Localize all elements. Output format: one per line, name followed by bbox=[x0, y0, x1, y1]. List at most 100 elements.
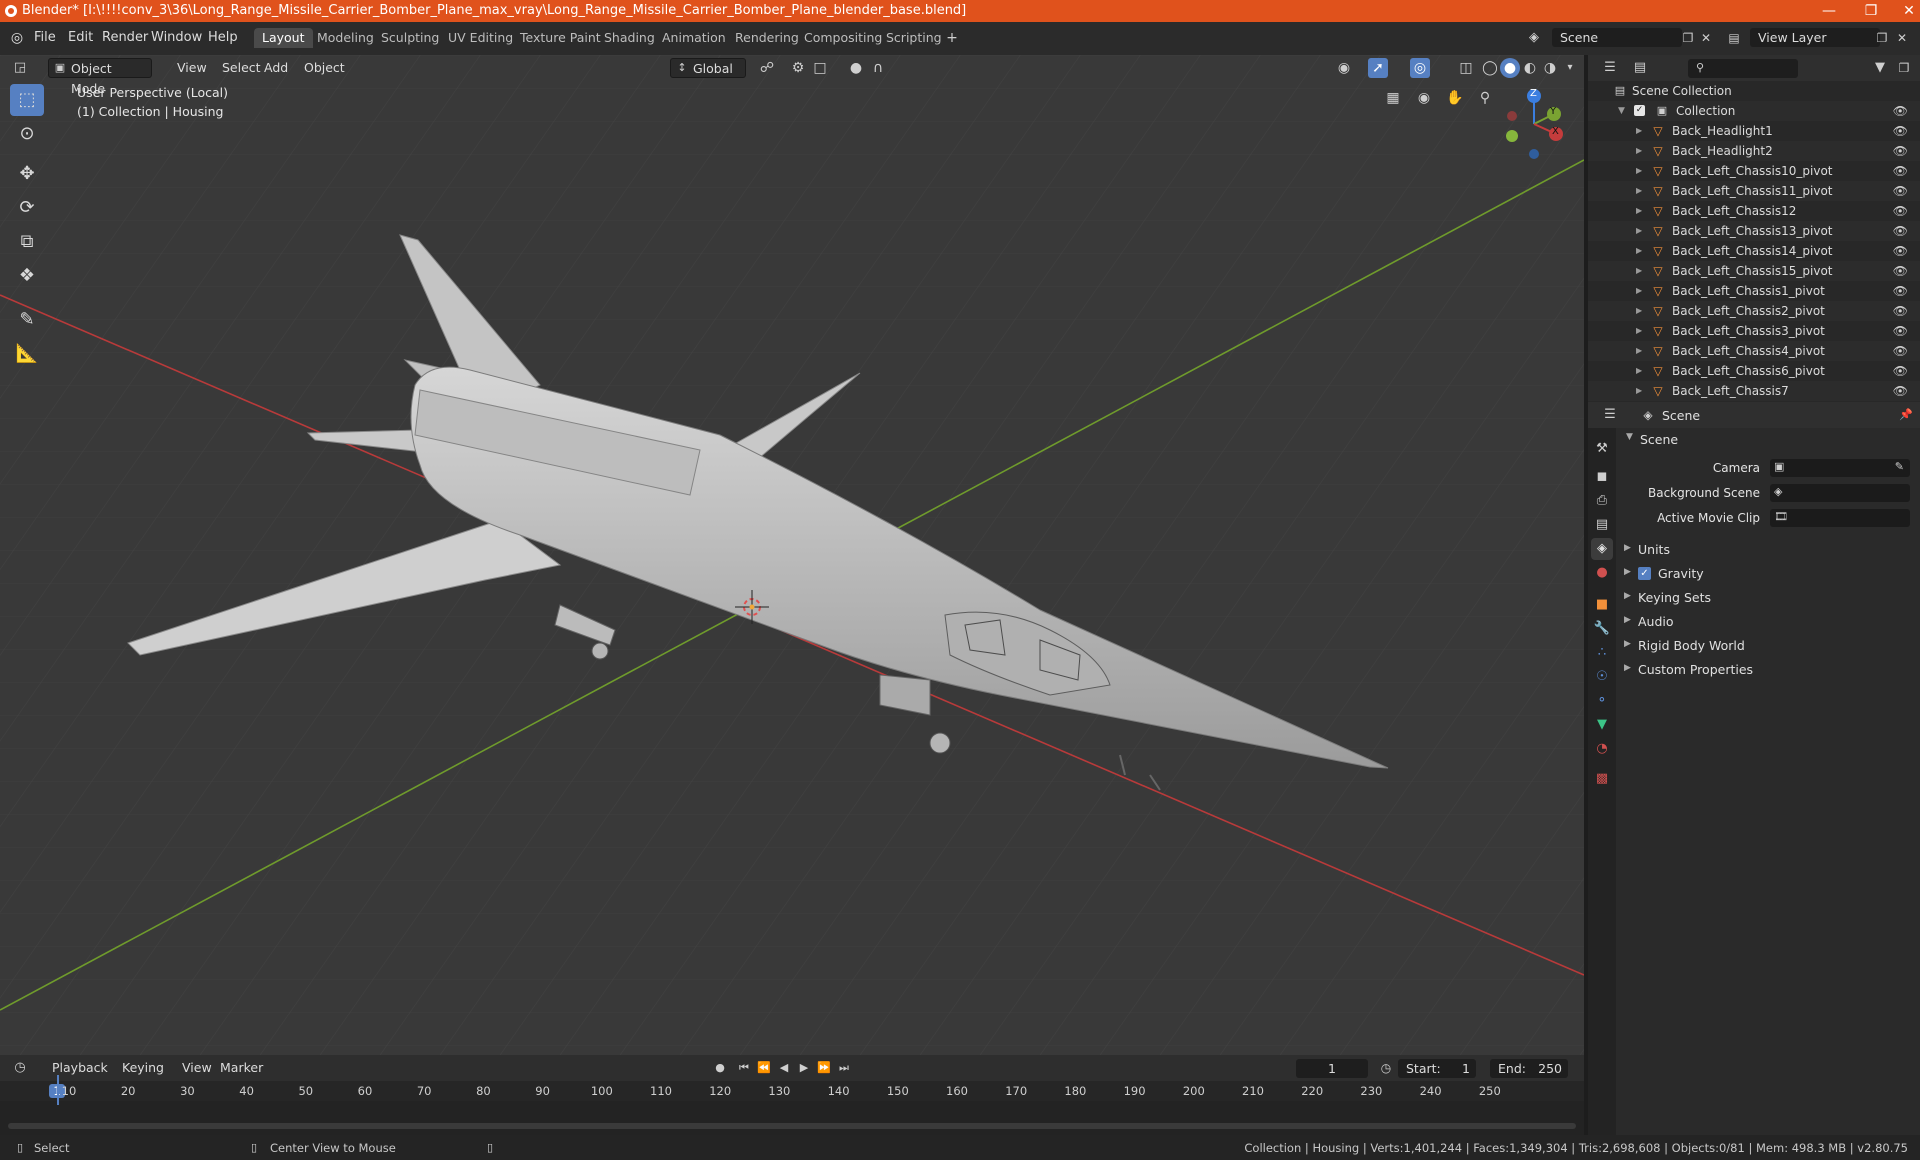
timeline-scrollbar[interactable] bbox=[8, 1123, 1576, 1129]
subpanel-keying-sets[interactable]: ▶ Keying Sets bbox=[1620, 588, 1916, 608]
outliner-object-row[interactable]: ▶ ▽ Back_Left_Chassis10_pivot 👁 bbox=[1588, 161, 1920, 181]
tab-texture-paint[interactable]: Texture Paint bbox=[512, 28, 609, 48]
display-mode-icon[interactable]: ▤ bbox=[1630, 58, 1650, 78]
outliner-object-row[interactable]: ▶ ▽ Back_Left_Chassis2_pivot 👁 bbox=[1588, 301, 1920, 321]
scene-section-title[interactable]: Scene bbox=[1640, 432, 1678, 447]
subpanel-gravity[interactable]: ▶ ✓ Gravity bbox=[1620, 564, 1916, 584]
transform-icon[interactable]: ❖ bbox=[10, 260, 44, 292]
playhead-line[interactable] bbox=[57, 1075, 59, 1105]
render-tab-icon[interactable]: ◼ bbox=[1591, 466, 1613, 488]
modifier-tab-icon[interactable]: 🔧 bbox=[1591, 618, 1613, 640]
frame-ruler[interactable]: 1102030405060708090100110120130140150160… bbox=[0, 1081, 1584, 1101]
move-icon[interactable]: ✥ bbox=[10, 158, 44, 190]
eye-icon[interactable]: 👁 bbox=[1893, 364, 1908, 378]
prev-keyframe-icon[interactable]: ⏪ bbox=[754, 1058, 774, 1078]
outliner-object-row[interactable]: ▶ ▽ Back_Left_Chassis11_pivot 👁 bbox=[1588, 181, 1920, 201]
eye-icon[interactable]: 👁 bbox=[1893, 304, 1908, 318]
delete-scene-icon[interactable]: ✕ bbox=[1696, 28, 1716, 48]
texture-tab-icon[interactable]: ▩ bbox=[1591, 768, 1613, 790]
menu-add[interactable]: Add bbox=[258, 58, 294, 78]
menu-view[interactable]: View bbox=[171, 58, 213, 78]
outliner-object-row[interactable]: ▶ ▽ Back_Left_Chassis6_pivot 👁 bbox=[1588, 361, 1920, 381]
scene-tab-icon[interactable]: ◈ bbox=[1591, 538, 1613, 560]
eye-icon[interactable]: 👁 bbox=[1893, 264, 1908, 278]
particles-tab-icon[interactable]: ∴ bbox=[1591, 642, 1613, 664]
eye-icon[interactable]: 👁 bbox=[1893, 164, 1908, 178]
eye-icon[interactable]: 👁 bbox=[1893, 224, 1908, 238]
filter-icon[interactable]: ▼ bbox=[1870, 58, 1890, 78]
measure-icon[interactable]: 📐 bbox=[10, 338, 44, 370]
eye-icon[interactable]: 👁 bbox=[1893, 324, 1908, 338]
eye-icon[interactable]: 👁 bbox=[1893, 124, 1908, 138]
delete-view-layer-icon[interactable]: ✕ bbox=[1892, 28, 1912, 48]
minimize-icon[interactable]: — bbox=[1806, 0, 1852, 22]
marker-menu[interactable]: Marker bbox=[214, 1058, 269, 1078]
outliner-object-row[interactable]: ▶ ▽ Back_Left_Chassis15_pivot 👁 bbox=[1588, 261, 1920, 281]
wireframe-shading-icon[interactable]: ◯ bbox=[1480, 58, 1500, 78]
tool-tab-icon[interactable]: ⚒ bbox=[1591, 438, 1613, 460]
tab-layout[interactable]: Layout bbox=[254, 28, 313, 48]
eye-icon[interactable]: 👁 bbox=[1893, 284, 1908, 298]
menu-file[interactable]: File bbox=[34, 30, 56, 45]
subpanel-custom-properties[interactable]: ▶ Custom Properties bbox=[1620, 660, 1916, 680]
eyedropper-icon[interactable]: ✎ bbox=[1895, 460, 1904, 473]
outliner-object-row[interactable]: ▶ ▽ Back_Left_Chassis4_pivot 👁 bbox=[1588, 341, 1920, 361]
collapse-arrow-icon[interactable]: ▼ bbox=[1618, 101, 1632, 121]
outliner-scene-collection[interactable]: ▤ Scene Collection bbox=[1588, 81, 1920, 101]
editor-type-icon[interactable]: ◲ bbox=[10, 58, 30, 78]
select-box-icon[interactable]: ⬚ bbox=[10, 84, 44, 116]
falloff-icon[interactable]: ∩ bbox=[868, 58, 888, 78]
collection-checkbox[interactable]: ✓ bbox=[1634, 105, 1645, 116]
add-workspace-icon[interactable]: + bbox=[942, 28, 962, 48]
annotate-icon[interactable]: ✎ bbox=[10, 304, 44, 336]
constraints-tab-icon[interactable]: ⚬ bbox=[1591, 690, 1613, 712]
menu-window[interactable]: Window bbox=[151, 30, 202, 45]
snap-target-icon[interactable]: □ bbox=[810, 58, 830, 78]
rotate-icon[interactable]: ⟳ bbox=[10, 192, 44, 224]
clock-icon[interactable]: ◷ bbox=[1376, 1058, 1396, 1078]
gizmo-toggle-icon[interactable]: ➚ bbox=[1368, 58, 1388, 78]
rendered-shading-icon[interactable]: ◑ bbox=[1540, 58, 1560, 78]
camera-field[interactable]: ▣ ✎ bbox=[1770, 459, 1910, 477]
solid-shading-icon[interactable]: ● bbox=[1500, 58, 1520, 78]
subpanel-audio[interactable]: ▶ Audio bbox=[1620, 612, 1916, 632]
output-tab-icon[interactable]: ⎙ bbox=[1591, 490, 1613, 512]
zoom-icon[interactable]: ⚲ bbox=[1475, 88, 1495, 108]
outliner-collection[interactable]: ▼ ✓ ▣ Collection 👁 bbox=[1588, 101, 1920, 121]
properties-editor-icon[interactable]: ☰ bbox=[1600, 405, 1620, 425]
outliner-object-row[interactable]: ▶ ▽ Back_Left_Chassis12 👁 bbox=[1588, 201, 1920, 221]
object-tab-icon[interactable]: ■ bbox=[1591, 594, 1613, 616]
jump-end-icon[interactable]: ⏭ bbox=[834, 1058, 854, 1078]
timeline-editor-icon[interactable]: ◷ bbox=[10, 1058, 30, 1078]
current-frame-field[interactable]: 1 bbox=[1296, 1059, 1368, 1078]
play-reverse-icon[interactable]: ◀ bbox=[774, 1058, 794, 1078]
tab-animation[interactable]: Animation bbox=[654, 28, 734, 48]
pan-icon[interactable]: ✋ bbox=[1445, 88, 1465, 108]
view-layer-icon[interactable]: ▤ bbox=[1724, 28, 1744, 48]
outliner-object-row[interactable]: ▶ ▽ Back_Headlight1 👁 bbox=[1588, 121, 1920, 141]
eye-icon[interactable]: 👁 bbox=[1893, 344, 1908, 358]
jump-start-icon[interactable]: ⏮ bbox=[734, 1058, 754, 1078]
navigation-gizmo[interactable]: Z Y X bbox=[1496, 84, 1576, 164]
gravity-checkbox[interactable]: ✓ bbox=[1638, 567, 1651, 580]
subpanel-rigid-body-world[interactable]: ▶ Rigid Body World bbox=[1620, 636, 1916, 656]
eye-icon[interactable]: 👁 bbox=[1893, 384, 1908, 398]
timeline-track-area[interactable] bbox=[0, 1101, 1584, 1135]
scene-section-arrow-icon[interactable]: ▼ bbox=[1626, 432, 1633, 442]
blender-menu-icon[interactable]: ◎ bbox=[7, 28, 27, 48]
background-scene-field[interactable]: ◈ bbox=[1770, 484, 1910, 502]
scene-selector[interactable]: Scene bbox=[1552, 28, 1682, 47]
proportional-edit-icon[interactable]: ● bbox=[846, 58, 866, 78]
tab-sculpting[interactable]: Sculpting bbox=[373, 28, 447, 48]
material-shading-icon[interactable]: ◐ bbox=[1520, 58, 1540, 78]
physics-tab-icon[interactable]: ☉ bbox=[1591, 666, 1613, 688]
tab-uv-editing[interactable]: UV Editing bbox=[440, 28, 521, 48]
eye-icon[interactable]: 👁 bbox=[1893, 204, 1908, 218]
xray-icon[interactable]: ◫ bbox=[1456, 58, 1476, 78]
scale-icon[interactable]: ⧉ bbox=[10, 226, 44, 258]
cursor-icon[interactable]: ⊙ bbox=[10, 118, 44, 150]
eye-icon[interactable]: 👁 bbox=[1893, 104, 1908, 118]
tab-modeling[interactable]: Modeling bbox=[309, 28, 382, 48]
camera-view-icon[interactable]: ◉ bbox=[1414, 88, 1434, 108]
play-icon[interactable]: ▶ bbox=[794, 1058, 814, 1078]
